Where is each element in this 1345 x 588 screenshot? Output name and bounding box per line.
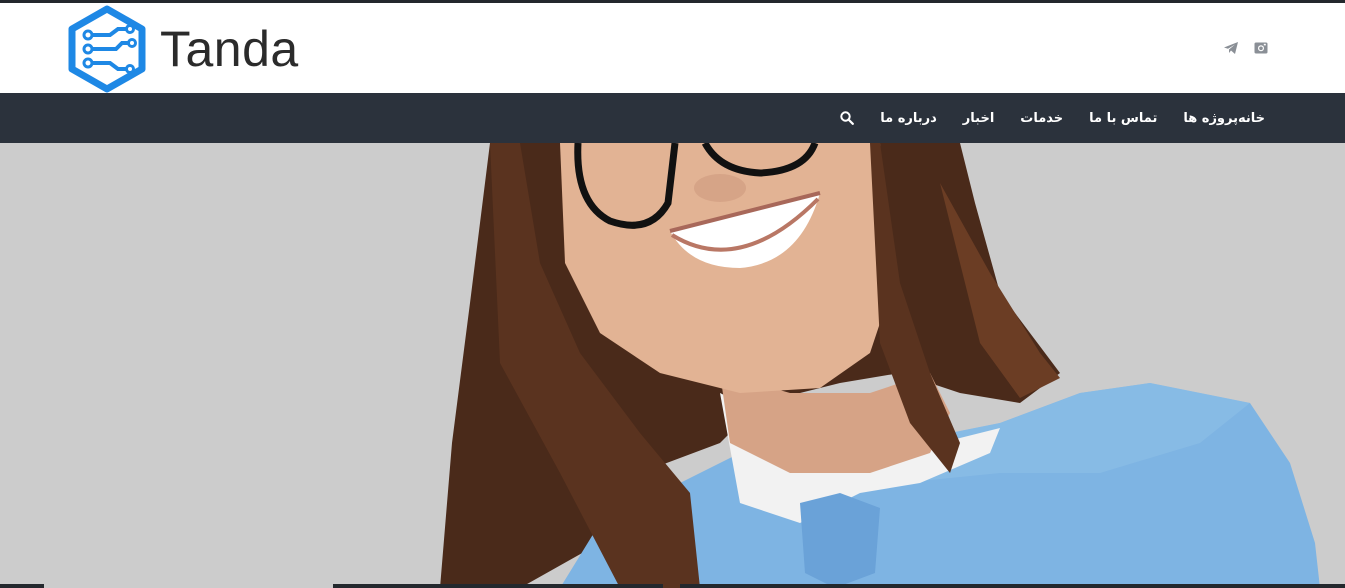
nav-item-projects[interactable]: پروژه ها	[1183, 111, 1238, 126]
hero-woman-photo	[440, 143, 1320, 588]
nav-item-services[interactable]: خدمات	[1020, 111, 1063, 126]
nav-item-home[interactable]: خانه	[1238, 111, 1265, 126]
hero-banner	[0, 143, 1345, 588]
nav-menu: خانه پروژه ها تماس با ما خدمات اخبار درب…	[820, 93, 1265, 143]
slider-bottom-bars	[0, 584, 1345, 588]
bottom-bar-left	[0, 584, 44, 588]
bottom-bar-mid	[333, 584, 663, 588]
logo-wordmark: Tanda	[160, 21, 299, 77]
search-icon	[840, 111, 855, 125]
instagram-icon[interactable]	[1253, 40, 1269, 56]
site-header: Tanda	[0, 3, 1345, 93]
nav-item-news[interactable]: اخبار	[963, 111, 995, 126]
nav-item-contact[interactable]: تماس با ما	[1089, 111, 1157, 126]
logo-hexagon-icon	[68, 5, 146, 93]
bottom-bar-right	[680, 584, 1345, 588]
search-button[interactable]	[840, 111, 855, 125]
social-links	[1223, 40, 1269, 56]
nav-item-about[interactable]: درباره ما	[880, 111, 937, 126]
main-navigation: خانه پروژه ها تماس با ما خدمات اخبار درب…	[0, 93, 1345, 143]
site-logo[interactable]: Tanda	[66, 5, 299, 93]
telegram-icon[interactable]	[1223, 40, 1239, 56]
